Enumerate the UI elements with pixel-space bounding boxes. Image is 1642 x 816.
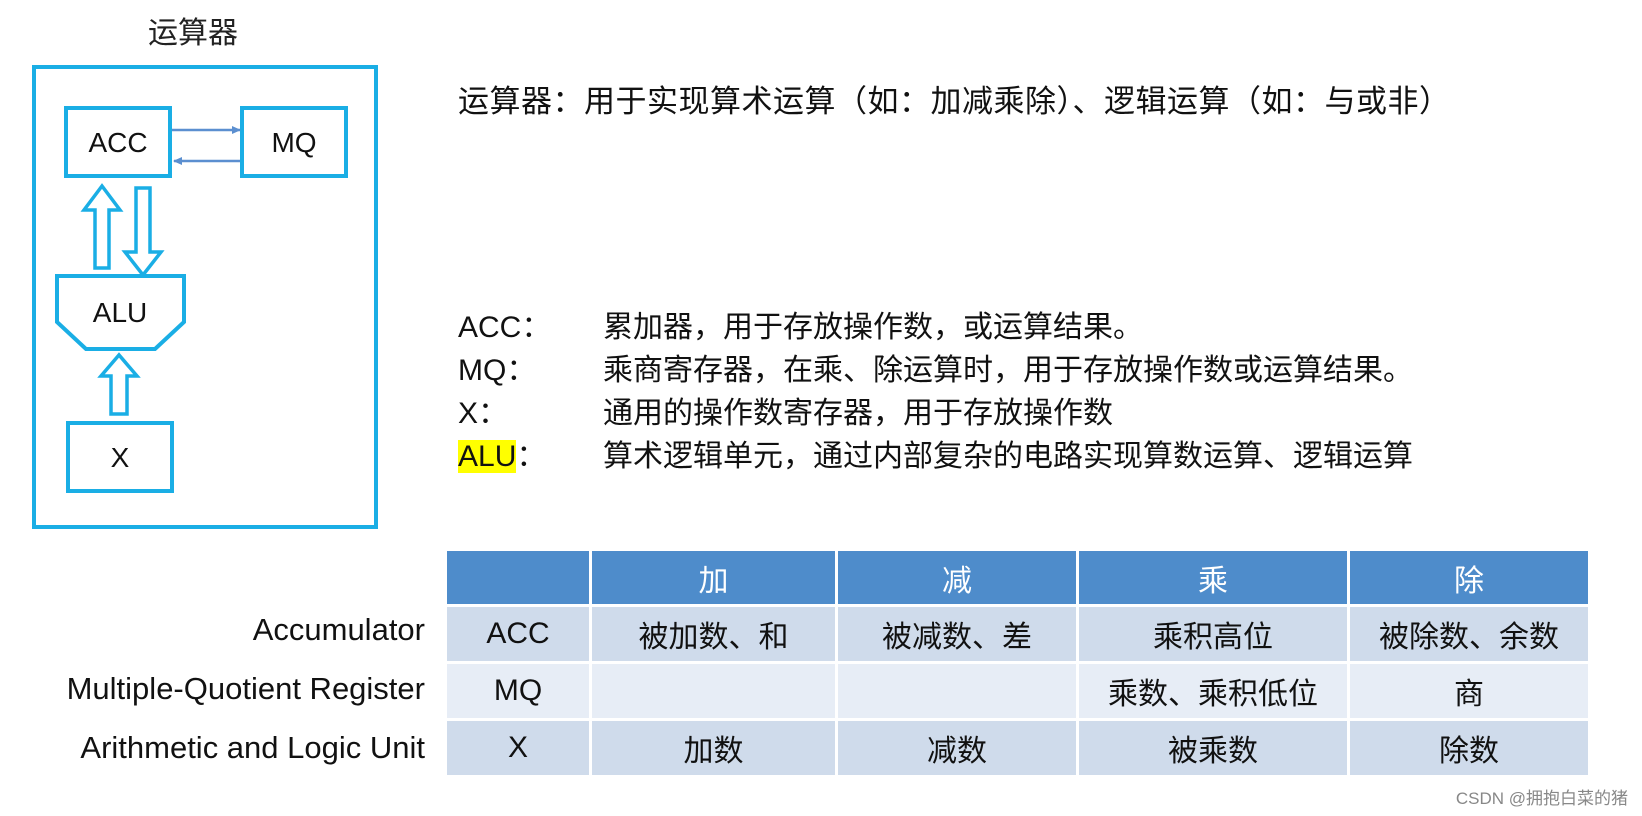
alu-block-diagram: ACC MQ ALU X: [32, 65, 378, 529]
alu-shape: ALU: [55, 274, 186, 351]
table-row: X 加数 减数 被乘数 除数: [444, 718, 1591, 778]
definition-desc: 累加器，用于存放操作数，或运算结果。: [603, 310, 1143, 345]
register-full-names: Accumulator Multiple-Quotient Register A…: [67, 605, 425, 782]
table-cell: 被减数、差: [835, 604, 1079, 664]
definition-term: ALU：: [458, 440, 547, 473]
table-cell: 被乘数: [1076, 718, 1350, 778]
acc-label: ACC: [88, 127, 147, 158]
table-cell: 减数: [835, 718, 1079, 778]
table-cell: MQ: [444, 661, 592, 721]
acc-to-alu-arrow: [121, 186, 165, 278]
alu-label: ALU: [93, 297, 147, 328]
table-header-multiply: 乘: [1076, 548, 1350, 607]
register-roles-table: 加 减 乘 除 ACC 被加数、和 被减数、差 乘积高位 被除数、余数 MQ 乘…: [444, 548, 1591, 778]
table-cell: 加数: [589, 718, 838, 778]
table-header-add: 加: [589, 548, 838, 607]
definition-term: ACC：: [458, 311, 552, 344]
row-label-mq-register: Multiple-Quotient Register: [66, 671, 425, 706]
table-cell: ACC: [444, 604, 592, 664]
definition-desc: 乘商寄存器，在乘、除运算时，用于存放操作数或运算结果。: [603, 353, 1413, 388]
table-header-divide: 除: [1347, 548, 1591, 607]
row-label-accumulator: Accumulator: [252, 612, 425, 647]
watermark: CSDN @拥抱白菜的猪: [1455, 789, 1628, 808]
table-cell: X: [444, 718, 592, 778]
acc-box: ACC: [64, 106, 172, 178]
table-header-subtract: 减: [835, 548, 1079, 607]
mq-label: MQ: [271, 127, 316, 158]
definition-desc: 算术逻辑单元，通过内部复杂的电路实现算数运算、逻辑运算: [603, 439, 1413, 474]
x-label: X: [111, 442, 130, 473]
table-cell: [589, 661, 838, 721]
table-cell: 除数: [1347, 718, 1591, 778]
highlighted-term: ALU: [458, 440, 517, 473]
table-cell: 乘数、乘积低位: [1076, 661, 1350, 721]
table-row: ACC 被加数、和 被减数、差 乘积高位 被除数、余数: [444, 604, 1591, 664]
table-row: MQ 乘数、乘积低位 商: [444, 661, 1591, 721]
table-cell: [835, 661, 1079, 721]
table-cell: 被加数、和: [589, 604, 838, 664]
alu-to-acc-arrow: [80, 183, 124, 270]
x-to-alu-arrow: [97, 352, 141, 416]
arithmetic-unit-description: 运算器：用于实现算术运算（如：加减乘除）、逻辑运算（如：与或非）: [458, 84, 1451, 120]
row-label-alu: Arithmetic and Logic Unit: [80, 730, 425, 765]
definition-term: X：: [458, 397, 509, 430]
table-cell: 商: [1347, 661, 1591, 721]
definition-desc: 通用的操作数寄存器，用于存放操作数: [603, 396, 1113, 431]
mq-box: MQ: [240, 106, 348, 178]
x-box: X: [66, 421, 174, 493]
table-header-row: 加 减 乘 除: [444, 548, 1591, 607]
table-cell: 乘积高位: [1076, 604, 1350, 664]
table-header-cell: [444, 548, 592, 607]
table-cell: 被除数、余数: [1347, 604, 1591, 664]
definition-term: MQ：: [458, 354, 537, 387]
